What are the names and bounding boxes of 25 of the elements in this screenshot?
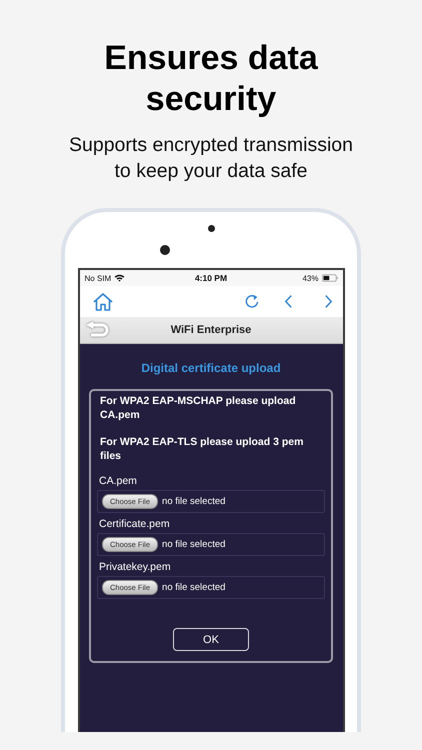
file-label: Privatekey.pem	[99, 561, 172, 573]
back-arrow-icon[interactable]	[284, 294, 292, 309]
home-icon[interactable]	[92, 292, 114, 312]
carrier-label: No SIM	[84, 274, 112, 282]
clock: 4:10 PM	[194, 273, 228, 283]
file-label: Certificate.pem	[99, 518, 171, 530]
page-title: WiFi Enterprise	[170, 324, 252, 336]
section-heading: Digital certificate upload	[141, 361, 281, 375]
file-status: no file selected	[162, 496, 226, 507]
file-label: CA.pem	[99, 475, 138, 487]
subtitle: Supports encrypted transmission to keep your data safe	[68, 133, 354, 184]
sensor-dot	[208, 225, 215, 232]
back-icon[interactable]	[86, 322, 110, 338]
camera-dot	[160, 245, 170, 255]
file-status: no file selected	[162, 539, 226, 550]
instruction-text: For WPA2 EAP-TLS please upload 3 pem files	[100, 435, 304, 463]
refresh-icon[interactable]	[244, 293, 260, 310]
battery-percent: 43%	[302, 274, 318, 282]
battery-icon	[322, 274, 338, 282]
instruction-text: For WPA2 EAP-MSCHAP please upload CA.pem	[100, 394, 297, 422]
wifi-icon	[114, 274, 126, 282]
headline: Ensures data security	[103, 38, 319, 120]
ok-button[interactable]: OK	[173, 628, 249, 651]
forward-arrow-icon[interactable]	[324, 294, 332, 309]
file-status: no file selected	[162, 582, 226, 593]
